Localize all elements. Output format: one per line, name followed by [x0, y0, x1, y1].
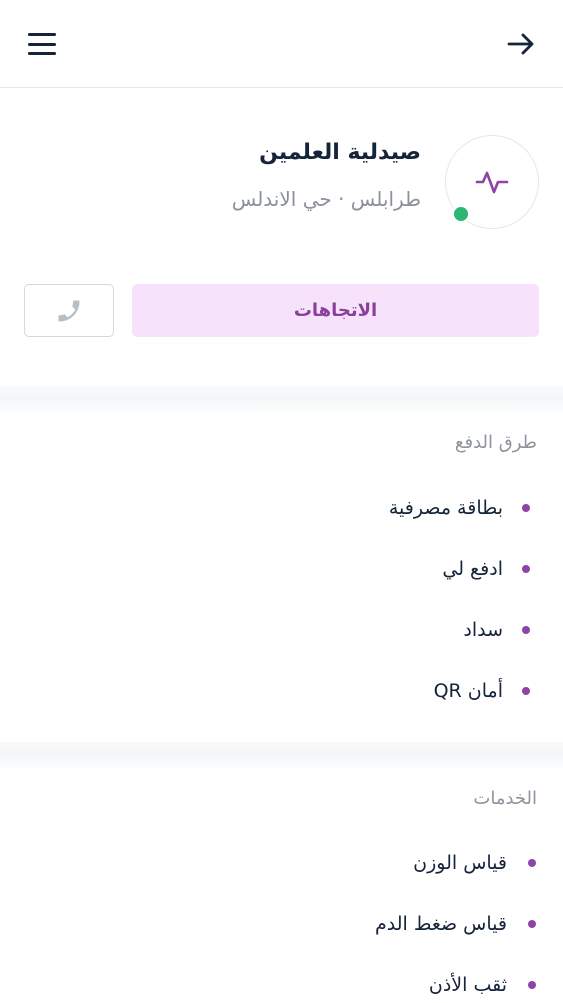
service-item-label: قياس الوزن: [413, 852, 507, 874]
payment-item-sadad: سداد: [0, 612, 563, 648]
payment-item-label: ادفع لي: [442, 558, 503, 580]
payment-item-card: بطاقة مصرفية: [0, 490, 563, 526]
services-title: الخدمات: [473, 788, 537, 809]
directions-label: الاتجاهات: [293, 300, 378, 321]
bullet-icon: [522, 626, 530, 634]
app-header: [0, 0, 563, 88]
service-item-blood-pressure: قياس ضغط الدم: [0, 906, 563, 942]
service-item-ear-piercing: ثقب الأذن: [0, 967, 563, 1003]
bullet-icon: [522, 565, 530, 573]
payment-item-label: أمان QR: [433, 680, 503, 702]
payment-item-aman-qr: أمان QR: [0, 673, 563, 709]
payment-item-payme: ادفع لي: [0, 551, 563, 587]
bullet-icon: [528, 859, 536, 867]
payment-methods-title: طرق الدفع: [454, 432, 537, 453]
arrow-right-icon[interactable]: [505, 28, 537, 60]
pulse-icon: [475, 171, 509, 194]
bullet-icon: [522, 687, 530, 695]
section-divider: [0, 742, 563, 768]
bullet-icon: [522, 504, 530, 512]
service-item-label: ثقب الأذن: [428, 974, 507, 996]
payment-item-label: بطاقة مصرفية: [388, 497, 503, 519]
directions-button[interactable]: الاتجاهات: [132, 284, 539, 337]
menu-icon[interactable]: [26, 30, 58, 58]
open-status-indicator: [452, 205, 470, 223]
service-item-label: قياس ضغط الدم: [374, 913, 507, 935]
section-divider: [0, 386, 563, 412]
payment-item-label: سداد: [463, 619, 503, 641]
call-button[interactable]: [24, 284, 114, 337]
pharmacy-name: صيدلية العلمين: [259, 140, 421, 165]
bullet-icon: [528, 981, 536, 989]
phone-icon: [58, 300, 80, 321]
bullet-icon: [528, 920, 536, 928]
service-item-weight: قياس الوزن: [0, 845, 563, 881]
pharmacy-location: طرابلس · حي الاندلس: [231, 187, 421, 211]
